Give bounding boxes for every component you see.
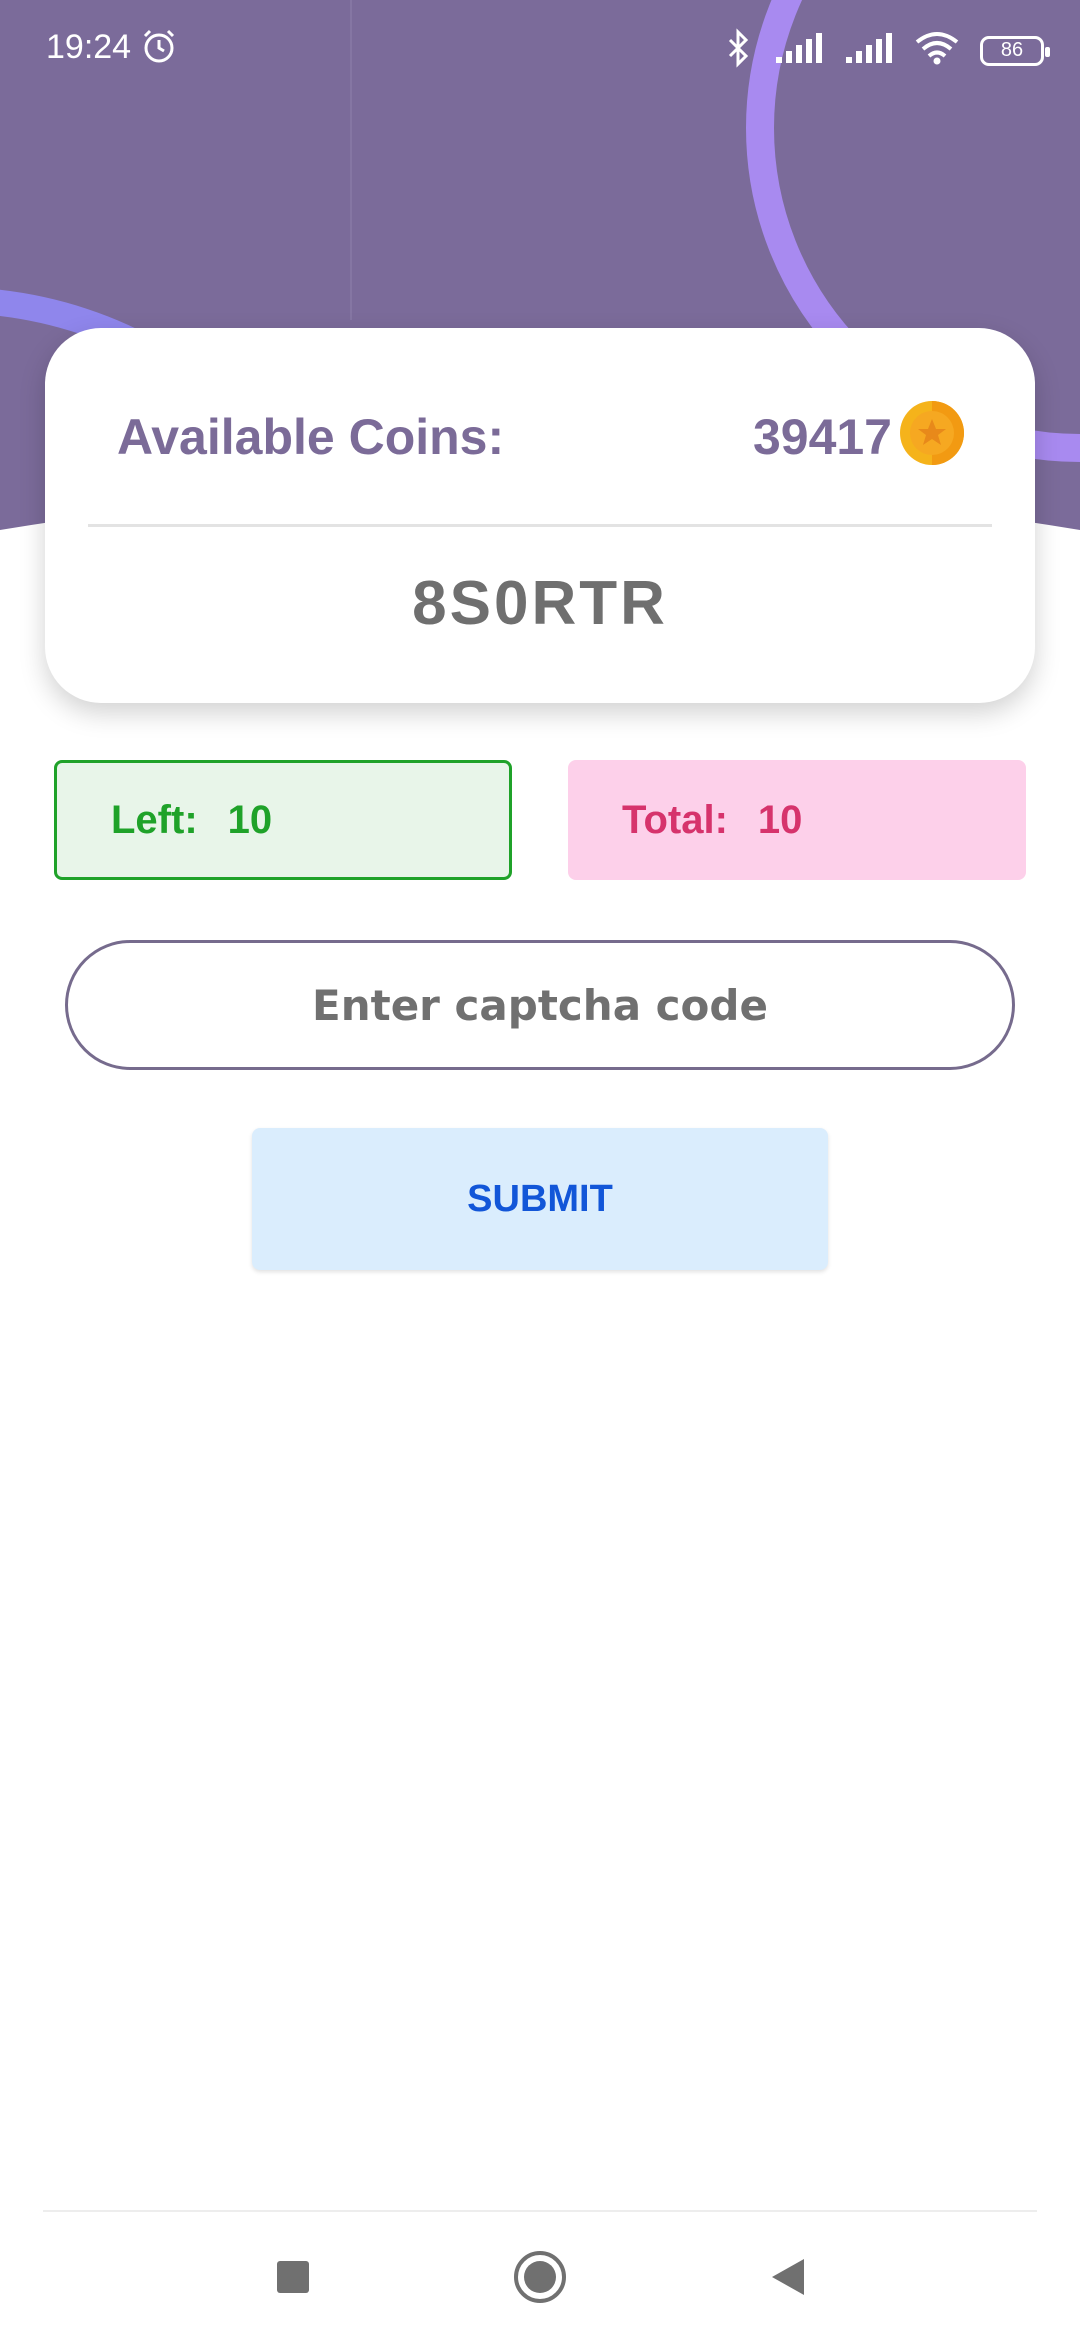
coin-icon (899, 400, 965, 466)
left-label: Left: (111, 797, 198, 842)
recent-apps-button[interactable] (258, 2244, 328, 2314)
coins-balance: 39417 (752, 409, 892, 465)
total-attempts-box: Total: 10 (568, 760, 1026, 880)
alarm-icon (140, 27, 178, 70)
total-label: Total: (622, 797, 728, 842)
card-divider (88, 524, 992, 527)
signal-icon (774, 31, 824, 70)
signal-icon (844, 31, 894, 70)
wifi-icon (914, 30, 960, 71)
home-button[interactable] (505, 2244, 575, 2314)
captcha-input[interactable] (65, 940, 1015, 1070)
back-button[interactable] (752, 2244, 822, 2314)
left-value: 10 (227, 797, 273, 842)
battery-level: 86 (1000, 39, 1024, 61)
coins-card: Available Coins: 39417 8S0RTR (45, 328, 1035, 703)
status-time: 19:24 (46, 28, 132, 66)
status-icons: 86 (724, 28, 1050, 73)
square-icon (276, 2260, 310, 2299)
home-circle-icon (512, 2249, 568, 2310)
captcha-code: 8S0RTR (412, 569, 668, 638)
battery-icon: 86 (980, 35, 1050, 66)
total-value: 10 (757, 797, 803, 842)
submit-button[interactable]: SUBMIT (252, 1128, 828, 1270)
back-triangle-icon (768, 2257, 806, 2302)
available-coins-label: Available Coins: (117, 409, 505, 465)
left-attempts-box: Left: 10 (54, 760, 512, 880)
status-bar: 19:24 86 (0, 0, 1080, 100)
bluetooth-icon (724, 28, 754, 73)
navigation-bar (0, 2212, 1080, 2340)
